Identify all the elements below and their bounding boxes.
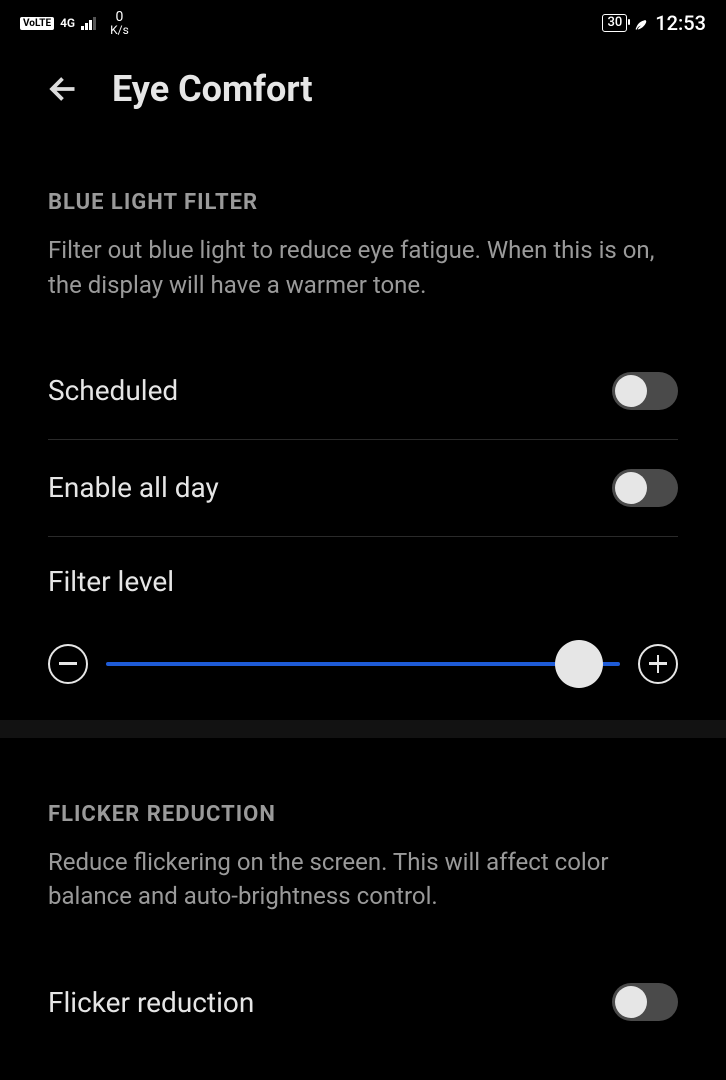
content: BLUE LIGHT FILTER Filter out blue light …	[0, 126, 726, 1050]
toggle-knob	[615, 986, 647, 1018]
signal-icon	[81, 16, 96, 30]
toggle-knob	[615, 375, 647, 407]
setting-scheduled[interactable]: Scheduled	[48, 343, 678, 439]
status-bar: VoLTE 4G 0 K/s 30 12:53	[0, 0, 726, 40]
back-button[interactable]	[46, 71, 82, 107]
section-divider	[0, 720, 726, 738]
minus-icon	[59, 662, 77, 665]
section-header-flicker: FLICKER REDUCTION	[48, 738, 678, 845]
clock-time: 12:53	[655, 11, 706, 35]
toggle-enable-all-day[interactable]	[612, 469, 678, 507]
toggle-scheduled[interactable]	[612, 372, 678, 410]
filter-level-slider-row	[48, 640, 678, 720]
section-desc-flicker: Reduce flickering on the screen. This wi…	[48, 845, 678, 955]
slider-track	[106, 662, 620, 666]
slider-thumb[interactable]	[555, 640, 603, 688]
net-speed-value: 0	[116, 10, 124, 24]
setting-enable-all-day[interactable]: Enable all day	[48, 440, 678, 536]
status-right: 30 12:53	[602, 11, 706, 35]
page-title: Eye Comfort	[112, 68, 313, 110]
network-gen-label: 4G	[60, 16, 75, 30]
section-header-blue-light: BLUE LIGHT FILTER	[48, 126, 678, 233]
increase-button[interactable]	[638, 644, 678, 684]
arrow-left-icon	[46, 71, 82, 107]
setting-flicker-reduction[interactable]: Flicker reduction	[48, 954, 678, 1050]
leaf-icon	[633, 15, 649, 31]
battery-icon: 30	[602, 14, 627, 32]
network-speed: 0 K/s	[110, 10, 129, 36]
toggle-flicker-reduction[interactable]	[612, 983, 678, 1021]
setting-enable-all-day-label: Enable all day	[48, 471, 219, 504]
decrease-button[interactable]	[48, 644, 88, 684]
net-speed-unit: K/s	[110, 24, 129, 36]
plus-icon-v	[657, 655, 660, 673]
setting-scheduled-label: Scheduled	[48, 374, 178, 407]
setting-flicker-reduction-label: Flicker reduction	[48, 986, 254, 1019]
filter-level-slider[interactable]	[106, 640, 620, 688]
filter-level-label: Filter level	[48, 537, 678, 640]
status-left: VoLTE 4G 0 K/s	[20, 10, 129, 36]
app-bar: Eye Comfort	[0, 40, 726, 126]
volte-badge: VoLTE	[20, 17, 54, 30]
toggle-knob	[615, 472, 647, 504]
section-desc-blue-light: Filter out blue light to reduce eye fati…	[48, 233, 678, 343]
